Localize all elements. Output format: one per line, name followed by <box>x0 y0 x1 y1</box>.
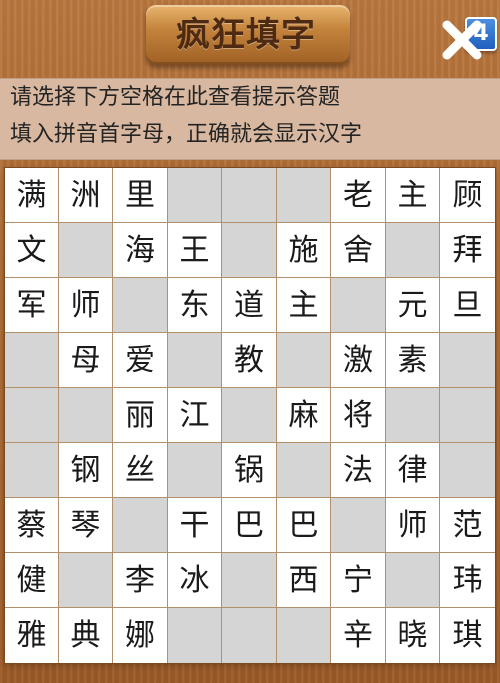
filled-cell[interactable]: 主 <box>386 168 440 223</box>
empty-cell[interactable] <box>5 388 59 443</box>
filled-cell[interactable]: 爱 <box>113 333 168 388</box>
empty-cell[interactable] <box>331 498 386 553</box>
empty-cell[interactable] <box>331 278 386 333</box>
filled-cell[interactable]: 健 <box>5 553 59 608</box>
filled-cell[interactable]: 范 <box>440 498 495 553</box>
filled-cell[interactable]: 巴 <box>222 498 277 553</box>
filled-cell[interactable]: 律 <box>386 443 440 498</box>
filled-cell[interactable]: 老 <box>331 168 386 223</box>
empty-cell[interactable] <box>222 553 277 608</box>
empty-cell[interactable] <box>386 388 440 443</box>
filled-cell[interactable]: 师 <box>59 278 113 333</box>
filled-cell[interactable]: 里 <box>113 168 168 223</box>
filled-cell[interactable]: 东 <box>168 278 222 333</box>
filled-cell[interactable]: 冰 <box>168 553 222 608</box>
filled-cell[interactable]: 宁 <box>331 553 386 608</box>
close-button[interactable] <box>438 16 486 64</box>
empty-cell[interactable] <box>386 223 440 278</box>
filled-cell[interactable]: 锅 <box>222 443 277 498</box>
filled-cell[interactable]: 拜 <box>440 223 495 278</box>
filled-cell[interactable]: 文 <box>5 223 59 278</box>
filled-cell[interactable]: 钢 <box>59 443 113 498</box>
hint-panel: 请选择下方空格在此查看提示答题 填入拼音首字母，正确就会显示汉字 <box>0 78 500 160</box>
filled-cell[interactable]: 琪 <box>440 608 495 663</box>
empty-cell[interactable] <box>113 278 168 333</box>
empty-cell[interactable] <box>113 498 168 553</box>
empty-cell[interactable] <box>277 168 331 223</box>
empty-cell[interactable] <box>440 388 495 443</box>
filled-cell[interactable]: 施 <box>277 223 331 278</box>
filled-cell[interactable]: 法 <box>331 443 386 498</box>
filled-cell[interactable]: 满 <box>5 168 59 223</box>
filled-cell[interactable]: 将 <box>331 388 386 443</box>
filled-cell[interactable]: 军 <box>5 278 59 333</box>
filled-cell[interactable]: 麻 <box>277 388 331 443</box>
empty-cell[interactable] <box>440 333 495 388</box>
filled-cell[interactable]: 旦 <box>440 278 495 333</box>
empty-cell[interactable] <box>222 223 277 278</box>
empty-cell[interactable] <box>59 388 113 443</box>
filled-cell[interactable]: 道 <box>222 278 277 333</box>
filled-cell[interactable]: 丽 <box>113 388 168 443</box>
empty-cell[interactable] <box>440 443 495 498</box>
empty-cell[interactable] <box>168 608 222 663</box>
filled-cell[interactable]: 辛 <box>331 608 386 663</box>
empty-cell[interactable] <box>168 443 222 498</box>
empty-cell[interactable] <box>222 388 277 443</box>
empty-cell[interactable] <box>222 608 277 663</box>
close-icon <box>442 20 482 60</box>
filled-cell[interactable]: 琴 <box>59 498 113 553</box>
filled-cell[interactable]: 娜 <box>113 608 168 663</box>
filled-cell[interactable]: 教 <box>222 333 277 388</box>
filled-cell[interactable]: 西 <box>277 553 331 608</box>
empty-cell[interactable] <box>386 553 440 608</box>
hint-line-1: 请选择下方空格在此查看提示答题 <box>10 85 341 110</box>
filled-cell[interactable]: 丝 <box>113 443 168 498</box>
filled-cell[interactable]: 元 <box>386 278 440 333</box>
filled-cell[interactable]: 洲 <box>59 168 113 223</box>
empty-cell[interactable] <box>277 333 331 388</box>
filled-cell[interactable]: 晓 <box>386 608 440 663</box>
filled-cell[interactable]: 母 <box>59 333 113 388</box>
hint-line-2: 填入拼音首字母，正确就会显示汉字 <box>10 122 363 147</box>
empty-cell[interactable] <box>222 168 277 223</box>
filled-cell[interactable]: 海 <box>113 223 168 278</box>
empty-cell[interactable] <box>5 333 59 388</box>
empty-cell[interactable] <box>5 443 59 498</box>
filled-cell[interactable]: 主 <box>277 278 331 333</box>
crossword-grid: 满洲里老主顾文海王施舍拜军师东道主元旦母爱教激素丽江麻将钢丝锅法律蔡琴干巴巴师范… <box>5 168 495 663</box>
filled-cell[interactable]: 顾 <box>440 168 495 223</box>
filled-cell[interactable]: 素 <box>386 333 440 388</box>
filled-cell[interactable]: 师 <box>386 498 440 553</box>
empty-cell[interactable] <box>277 608 331 663</box>
filled-cell[interactable]: 典 <box>59 608 113 663</box>
empty-cell[interactable] <box>277 443 331 498</box>
filled-cell[interactable]: 玮 <box>440 553 495 608</box>
header-bar: 疯狂填字 4 <box>0 0 500 78</box>
filled-cell[interactable]: 巴 <box>277 498 331 553</box>
empty-cell[interactable] <box>59 223 113 278</box>
empty-cell[interactable] <box>168 168 222 223</box>
filled-cell[interactable]: 干 <box>168 498 222 553</box>
empty-cell[interactable] <box>59 553 113 608</box>
filled-cell[interactable]: 江 <box>168 388 222 443</box>
filled-cell[interactable]: 激 <box>331 333 386 388</box>
title-plaque: 疯狂填字 4 <box>146 5 497 65</box>
filled-cell[interactable]: 蔡 <box>5 498 59 553</box>
filled-cell[interactable]: 舍 <box>331 223 386 278</box>
empty-cell[interactable] <box>168 333 222 388</box>
filled-cell[interactable]: 雅 <box>5 608 59 663</box>
game-title: 疯狂填字 <box>176 15 316 55</box>
filled-cell[interactable]: 李 <box>113 553 168 608</box>
filled-cell[interactable]: 王 <box>168 223 222 278</box>
